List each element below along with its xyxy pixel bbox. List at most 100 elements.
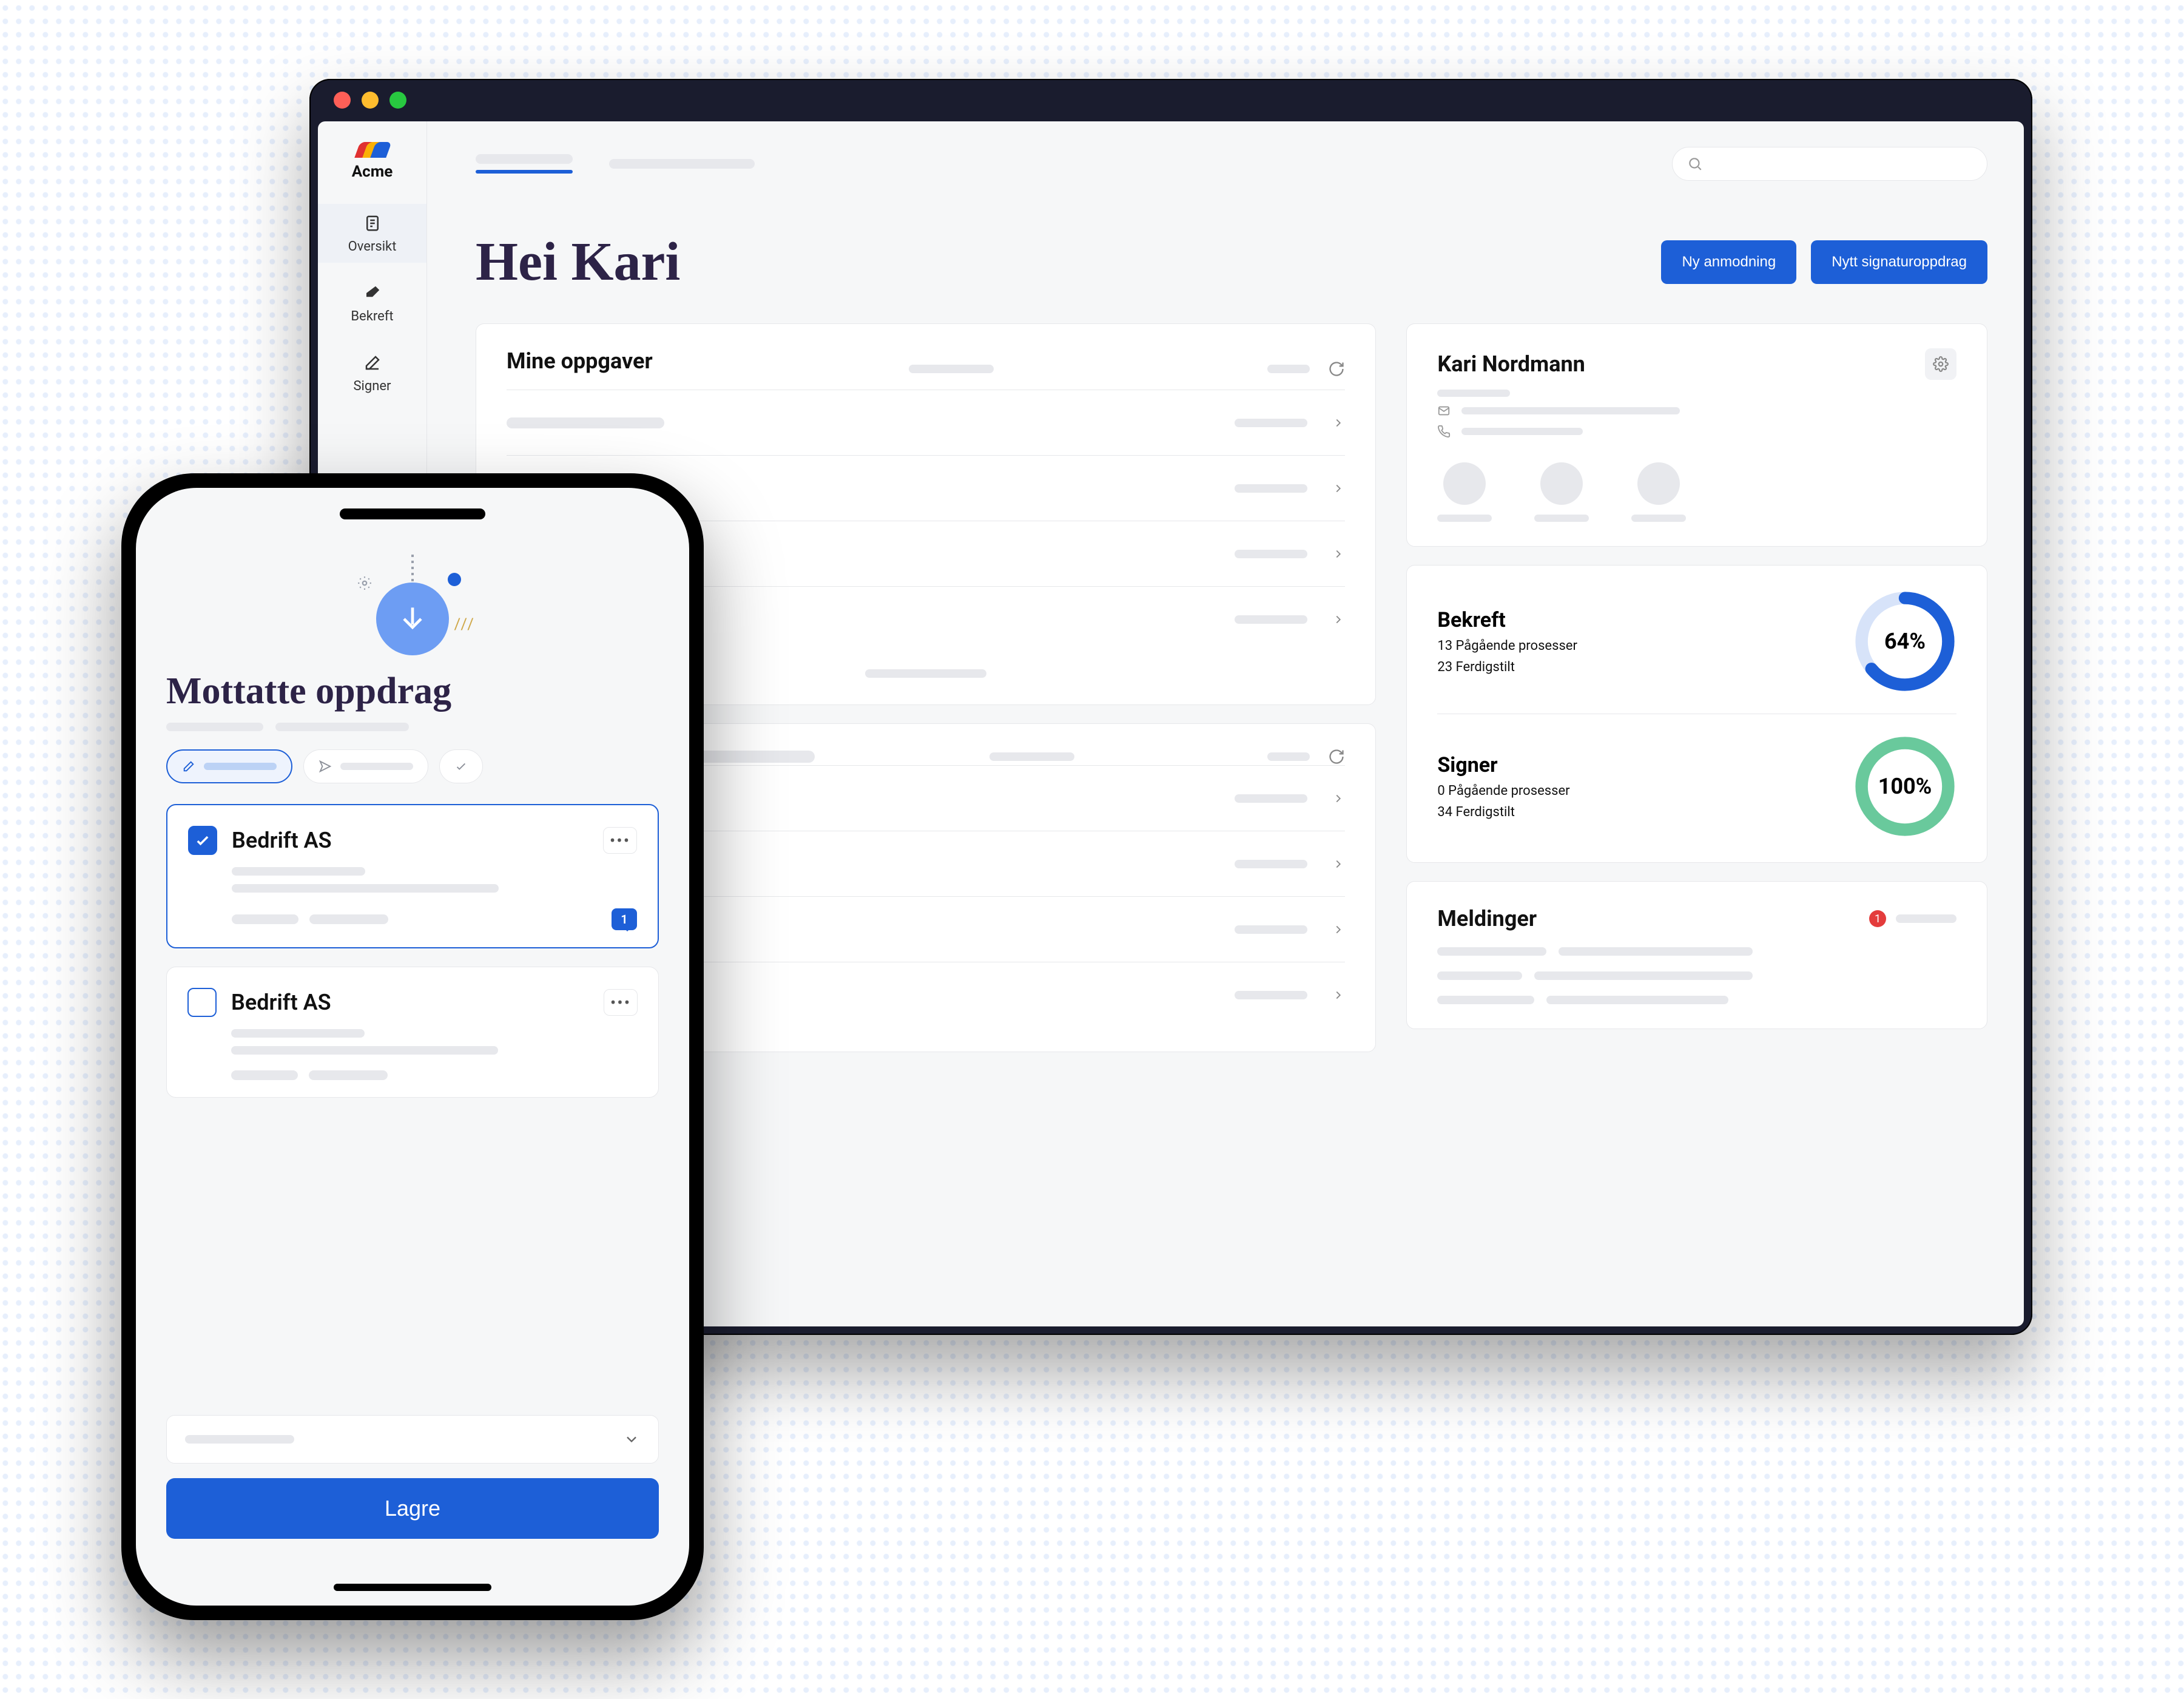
placeholder-text — [1267, 365, 1310, 373]
search-icon — [1687, 156, 1703, 172]
refresh-icon[interactable] — [1328, 748, 1345, 765]
settings-button[interactable] — [1925, 348, 1956, 380]
tab-item[interactable] — [609, 159, 755, 169]
chevron-right-icon — [1332, 613, 1345, 626]
chevron-right-icon — [1332, 857, 1345, 871]
progress-ongoing: 0 Pågående prosesser — [1437, 783, 1569, 799]
progress-done: 34 Ferdigstilt — [1437, 805, 1569, 820]
placeholder-text — [1437, 390, 1510, 397]
sidebar-item-bekreft[interactable]: Bekreft — [318, 274, 426, 333]
placeholder-text — [1267, 752, 1310, 761]
new-request-button[interactable]: Ny anmodning — [1661, 240, 1796, 284]
filter-chip-edit[interactable] — [166, 749, 292, 783]
chevron-right-icon — [1332, 792, 1345, 805]
mobile-hero: /// — [166, 555, 659, 652]
decoration-dots — [411, 555, 414, 585]
mobile-screen: /// Mottatte oppdrag — [136, 488, 689, 1606]
placeholder-text — [231, 1070, 298, 1080]
list-icon — [362, 212, 383, 234]
messages-title: Meldinger — [1437, 906, 1537, 931]
dropdown-select[interactable] — [166, 1415, 659, 1464]
placeholder-text — [232, 867, 365, 876]
save-button[interactable]: Lagre — [166, 1478, 659, 1539]
comment-badge[interactable]: 1 — [612, 908, 637, 930]
chevron-right-icon — [1332, 923, 1345, 936]
home-indicator — [334, 1584, 491, 1591]
gear-icon — [357, 575, 372, 591]
placeholder-text — [309, 914, 388, 924]
download-icon — [376, 583, 449, 655]
new-signature-button[interactable]: Nytt signaturoppdrag — [1811, 240, 1987, 284]
progress-title: Signer — [1437, 753, 1569, 777]
placeholder-text — [1896, 914, 1956, 923]
donut-chart-signer: 100% — [1853, 735, 1956, 838]
donut-percent: 100% — [1853, 735, 1956, 838]
more-button[interactable]: ••• — [603, 827, 637, 854]
pencil-icon — [182, 760, 195, 773]
progress-card: Bekreft 13 Pågående prosesser 23 Ferdigs… — [1406, 565, 1987, 863]
unread-badge: 1 — [1869, 910, 1886, 927]
message-item[interactable] — [1437, 996, 1956, 1004]
mobile-page-title: Mottatte oppdrag — [166, 670, 659, 713]
placeholder-text — [166, 723, 263, 731]
messages-card: Meldinger 1 — [1406, 881, 1987, 1029]
page-title: Hei Kari — [476, 231, 680, 293]
brand-logo[interactable]: Acme — [318, 136, 426, 193]
placeholder-text — [232, 914, 298, 924]
placeholder-text — [909, 365, 994, 373]
task-card[interactable]: Bedrift AS ••• 1 — [166, 804, 659, 948]
check-icon — [454, 760, 468, 773]
filter-chips — [166, 749, 659, 783]
profile-card: Kari Nordmann — [1406, 323, 1987, 547]
chevron-right-icon — [1332, 988, 1345, 1002]
sidebar-item-oversikt[interactable]: Oversikt — [318, 204, 426, 263]
placeholder-text — [275, 723, 409, 731]
filter-chip-send[interactable] — [303, 749, 428, 783]
placeholder-text — [185, 1435, 294, 1444]
sidebar-item-label: Oversikt — [348, 239, 397, 254]
task-checkbox[interactable] — [187, 988, 217, 1017]
progress-title: Bekreft — [1437, 608, 1577, 632]
placeholder-text — [231, 1029, 365, 1038]
progress-signer[interactable]: Signer 0 Pågående prosesser 34 Ferdigsti… — [1437, 735, 1956, 838]
more-button[interactable]: ••• — [604, 989, 638, 1016]
profile-name: Kari Nordmann — [1437, 351, 1585, 377]
task-card[interactable]: Bedrift AS ••• — [166, 967, 659, 1098]
placeholder-text — [1461, 428, 1583, 435]
sidebar-item-signer[interactable]: Signer — [318, 343, 426, 402]
sidebar-item-label: Bekreft — [351, 309, 393, 324]
tab-active[interactable] — [476, 154, 573, 164]
tasks-card-title: Mine oppgaver — [507, 348, 653, 374]
task-row[interactable] — [507, 390, 1345, 455]
task-checkbox[interactable] — [188, 826, 217, 855]
top-tabs — [476, 146, 1987, 182]
window-close-button[interactable] — [334, 92, 351, 109]
progress-bekreft[interactable]: Bekreft 13 Pågående prosesser 23 Ferdigs… — [1437, 590, 1956, 693]
chevron-right-icon — [1332, 547, 1345, 561]
donut-chart-bekreft: 64% — [1853, 590, 1956, 693]
progress-ongoing: 13 Pågående prosesser — [1437, 638, 1577, 654]
placeholder-text — [231, 1046, 498, 1055]
mobile-device: /// Mottatte oppdrag — [121, 473, 704, 1620]
message-item[interactable] — [1437, 971, 1956, 980]
placeholder-text — [865, 669, 986, 678]
donut-percent: 64% — [1853, 590, 1956, 693]
decoration-dot — [448, 573, 461, 586]
chevron-right-icon — [1332, 482, 1345, 495]
send-icon — [318, 760, 332, 773]
placeholder-text — [1461, 407, 1680, 414]
message-item[interactable] — [1437, 947, 1956, 956]
window-minimize-button[interactable] — [362, 92, 379, 109]
task-company: Bedrift AS — [231, 990, 331, 1015]
refresh-icon[interactable] — [1328, 360, 1345, 377]
filter-chip-check[interactable] — [439, 749, 483, 783]
sidebar-item-label: Signer — [353, 379, 391, 394]
avatar[interactable] — [1631, 462, 1686, 522]
task-company: Bedrift AS — [232, 828, 332, 853]
placeholder-text — [232, 884, 499, 893]
window-zoom-button[interactable] — [389, 92, 406, 109]
search-input[interactable] — [1672, 147, 1987, 181]
phone-icon — [1437, 425, 1451, 438]
avatar[interactable] — [1437, 462, 1492, 522]
avatar[interactable] — [1534, 462, 1589, 522]
